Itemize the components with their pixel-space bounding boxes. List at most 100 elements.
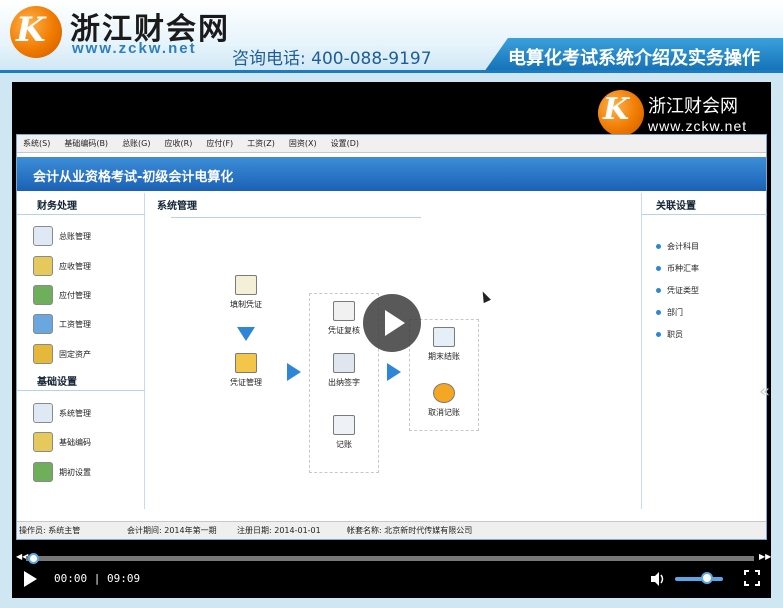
status-period: 会计期间: 2014年第一期 xyxy=(127,526,217,535)
nav-ledger[interactable]: 总账管理 xyxy=(33,225,91,247)
course-title: 电算化考试系统介绍及实务操作 xyxy=(508,48,760,69)
receivable-icon xyxy=(33,256,53,276)
menu-basic-codes[interactable]: 基础编码(B) xyxy=(64,138,108,149)
right-panel-header: 关联设置 xyxy=(642,193,767,215)
nav-opening-setup-label: 期初设置 xyxy=(59,467,91,477)
post-ledger-icon xyxy=(333,415,355,435)
menu-ledger[interactable]: 总账(G) xyxy=(122,138,150,149)
voucher-folder-icon xyxy=(235,353,257,373)
payable-icon xyxy=(33,285,53,305)
progress-handle[interactable] xyxy=(28,553,39,564)
nav-payroll-label: 工资管理 xyxy=(59,319,91,329)
app-title: 会计从业资格考试-初级会计电算化 xyxy=(33,170,234,185)
undo-icon xyxy=(433,383,455,403)
time-display: 00:00 | 09:09 xyxy=(54,572,141,585)
nav-system-mgmt[interactable]: 系统管理 xyxy=(33,402,91,424)
link-departments[interactable]: 部门 xyxy=(656,307,683,318)
link-staff-label: 职员 xyxy=(667,330,683,339)
flow-manage-voucher-label: 凭证管理 xyxy=(230,378,262,387)
app-menubar: 系统(S) 基础编码(B) 总账(G) 应收(R) 应付(F) 工资(Z) 固资… xyxy=(17,135,766,153)
link-accounts[interactable]: 会计科目 xyxy=(656,241,699,252)
flow-arrow-right-2 xyxy=(387,363,401,381)
status-account: 帐套名称: 北京新时代传媒有限公司 xyxy=(347,526,473,535)
app-statusbar: 操作员: 系统主管 会计期间: 2014年第一期 注册日期: 2014-01-0… xyxy=(17,521,766,539)
flow-arrow-right-1 xyxy=(287,363,301,381)
play-button[interactable] xyxy=(24,571,37,587)
nav-basic-codes-label: 基础编码 xyxy=(59,437,91,447)
nav-payroll[interactable]: 工资管理 xyxy=(33,313,91,335)
flow-make-voucher-label: 填制凭证 xyxy=(230,300,262,309)
flow-period-close-label: 期末结账 xyxy=(428,352,460,361)
main-divider xyxy=(171,217,421,218)
bullet-icon xyxy=(656,266,661,271)
flow-cancel-post[interactable]: 取消记账 xyxy=(409,383,479,418)
menu-settings[interactable]: 设置(D) xyxy=(331,138,359,149)
flow-post[interactable]: 记账 xyxy=(309,415,379,450)
logo-k-icon: K xyxy=(603,92,630,127)
skip-forward-icon[interactable]: ▶▶ xyxy=(759,552,771,561)
volume-icon[interactable] xyxy=(650,571,666,587)
site-logo[interactable]: K xyxy=(10,6,62,58)
logo-k-icon: K xyxy=(16,10,46,50)
menu-system[interactable]: 系统(S) xyxy=(23,138,50,149)
video-player[interactable]: K 浙江财会网 www.zckw.net 系统(S) 基础编码(B) 总账(G)… xyxy=(12,82,771,598)
flow-make-voucher[interactable]: 填制凭证 xyxy=(211,275,281,310)
fullscreen-icon[interactable] xyxy=(744,570,760,586)
bullet-icon xyxy=(656,310,661,315)
menu-payable[interactable]: 应付(F) xyxy=(206,138,233,149)
opening-setup-icon xyxy=(33,462,53,482)
payroll-icon xyxy=(33,314,53,334)
app-title-bar: 会计从业资格考试-初级会计电算化 xyxy=(17,157,766,191)
nav-receivable-label: 应收管理 xyxy=(59,261,91,271)
calendar-icon xyxy=(433,327,455,347)
flow-cashier-sign[interactable]: 出纳签字 xyxy=(309,353,379,388)
site-header: K 浙江财会网 www.zckw.net 咨询电话: 400-088-9197 … xyxy=(0,0,783,73)
right-panel-heading: 关联设置 xyxy=(656,201,696,212)
video-watermark-logo: K xyxy=(598,90,644,136)
nav-basic-codes[interactable]: 基础编码 xyxy=(33,431,91,453)
volume-slider[interactable] xyxy=(675,577,723,581)
nav-payable-label: 应付管理 xyxy=(59,290,91,300)
flow-post-label: 记账 xyxy=(336,440,352,449)
voucher-new-icon xyxy=(235,275,257,295)
brand-url: www.zckw.net xyxy=(72,40,197,57)
menu-receivable[interactable]: 应收(R) xyxy=(165,138,193,149)
bullet-icon xyxy=(656,244,661,249)
volume-handle[interactable] xyxy=(701,572,713,584)
section-financial-label: 财务处理 xyxy=(37,201,77,212)
fixed-assets-icon xyxy=(33,344,53,364)
flow-period-close[interactable]: 期末结账 xyxy=(409,327,479,362)
video-watermark-name: 浙江财会网 xyxy=(648,96,738,117)
section-financial: 财务处理 xyxy=(17,193,145,215)
header-divider xyxy=(0,70,783,73)
link-staff[interactable]: 职员 xyxy=(656,329,683,340)
nav-system-mgmt-label: 系统管理 xyxy=(59,408,91,418)
basic-codes-icon xyxy=(33,432,53,452)
play-overlay-button[interactable] xyxy=(363,294,421,352)
nav-opening-setup[interactable]: 期初设置 xyxy=(33,461,91,483)
flow-arrow-down xyxy=(237,327,255,341)
menu-fixed-assets[interactable]: 固资(X) xyxy=(289,138,317,149)
nav-fixed-assets-label: 固定资产 xyxy=(59,349,91,359)
bullet-icon xyxy=(656,332,661,337)
link-currency[interactable]: 币种汇率 xyxy=(656,263,699,274)
nav-receivable[interactable]: 应收管理 xyxy=(33,255,91,277)
flow-manage-voucher[interactable]: 凭证管理 xyxy=(211,353,281,388)
link-departments-label: 部门 xyxy=(667,308,683,317)
link-currency-label: 币种汇率 xyxy=(667,264,699,273)
flow-cancel-post-label: 取消记账 xyxy=(428,408,460,417)
right-panel: 关联设置 会计科目 币种汇率 凭证类型 部门 职员 xyxy=(641,193,767,509)
nav-payable[interactable]: 应付管理 xyxy=(33,284,91,306)
nav-fixed-assets[interactable]: 固定资产 xyxy=(33,343,91,365)
main-heading: 系统管理 xyxy=(157,201,197,212)
section-basic-settings-label: 基础设置 xyxy=(37,377,77,388)
left-nav-panel: 财务处理 总账管理 应收管理 应付管理 工资管理 固定资产 基础设置 系统管理 … xyxy=(17,193,145,509)
menu-payroll[interactable]: 工资(Z) xyxy=(247,138,275,149)
flow-cashier-sign-label: 出纳签字 xyxy=(328,378,360,387)
phone-label: 咨询电话: 400-088-9197 xyxy=(232,49,432,69)
progress-bar[interactable] xyxy=(26,556,754,561)
cashier-sign-icon xyxy=(333,353,355,373)
link-voucher-types-label: 凭证类型 xyxy=(667,286,699,295)
link-voucher-types[interactable]: 凭证类型 xyxy=(656,285,699,296)
chevron-left-icon[interactable]: « xyxy=(759,381,770,402)
